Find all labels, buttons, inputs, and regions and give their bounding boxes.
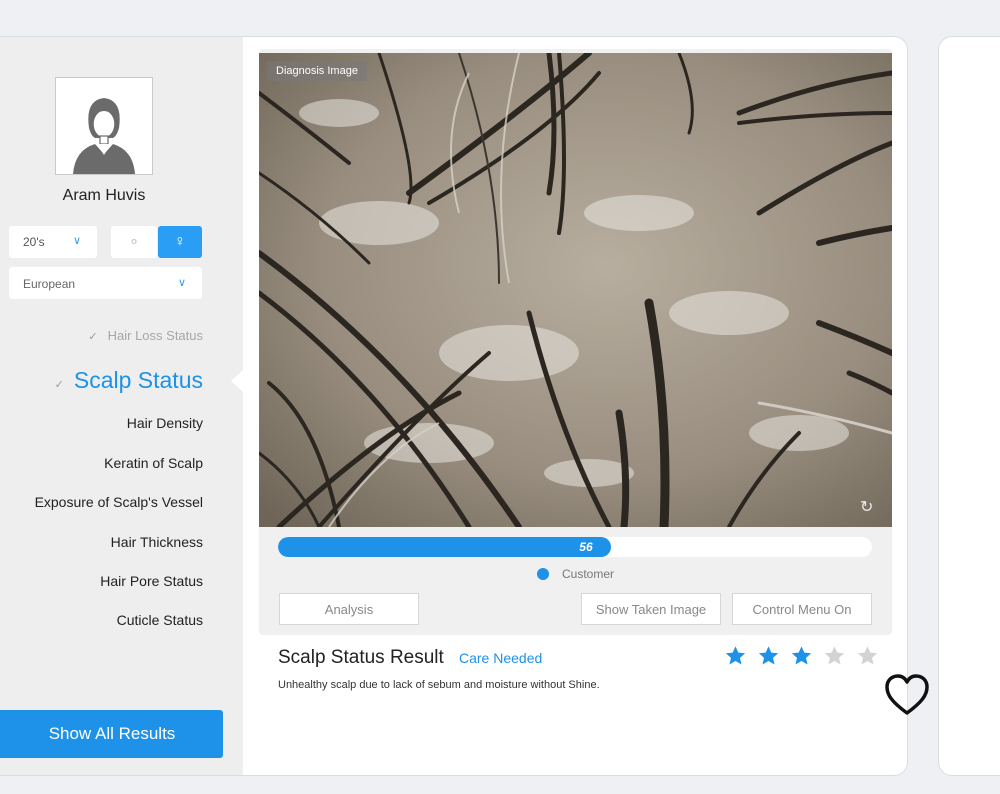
- heart-icon[interactable]: [884, 673, 930, 717]
- result-status: Care Needed: [459, 650, 543, 666]
- ethnicity-select[interactable]: European ∨: [9, 267, 202, 299]
- legend-label: Customer: [562, 567, 615, 581]
- scalp-photo: [259, 53, 892, 527]
- star-empty-icon: [824, 646, 845, 665]
- user-name: Aram Huvis: [62, 187, 146, 204]
- analysis-button[interactable]: Analysis: [279, 593, 419, 625]
- show-taken-image-button[interactable]: Show Taken Image: [581, 593, 721, 625]
- result-title: Scalp Status Result: [278, 647, 444, 668]
- result-description: Unhealthy scalp due to lack of sebum and…: [278, 679, 600, 691]
- nav-item-hair-loss-status[interactable]: ✓ Hair Loss Status: [88, 328, 203, 343]
- check-icon: ✓: [54, 379, 64, 391]
- female-icon: ♀: [174, 233, 186, 250]
- gender-female-button[interactable]: ♀: [158, 226, 202, 258]
- star-filled-icon: [758, 646, 779, 665]
- check-icon: ✓: [88, 331, 98, 343]
- male-icon: ⚬: [127, 234, 141, 251]
- star-empty-icon: [857, 646, 878, 665]
- next-card: [938, 36, 1000, 776]
- analysis-card: Aram Huvis 20's ∨ ⚬ ♀ European ∨ ✓ Hair L…: [0, 36, 908, 776]
- nav-item-keratin[interactable]: Keratin of Scalp: [104, 455, 203, 471]
- diagnosis-image: Diagnosis Image ↻: [259, 53, 892, 527]
- nav-item-cuticle[interactable]: Cuticle Status: [117, 612, 203, 628]
- active-indicator: [231, 370, 243, 392]
- score-value: 56: [579, 540, 593, 554]
- chevron-down-icon: ∨: [72, 235, 81, 247]
- rating-stars: [724, 645, 879, 667]
- gender-male-button[interactable]: ⚬: [111, 226, 157, 258]
- age-value: 20's: [23, 235, 45, 249]
- nav-item-scalp-status[interactable]: ✓ Scalp Status: [55, 367, 203, 394]
- control-menu-button[interactable]: Control Menu On: [732, 593, 872, 625]
- star-filled-icon: [791, 646, 812, 665]
- sidebar: Aram Huvis 20's ∨ ⚬ ♀ European ∨ ✓ Hair L…: [0, 37, 243, 775]
- show-all-results-button[interactable]: Show All Results: [0, 710, 223, 758]
- nav-item-hair-thickness[interactable]: Hair Thickness: [111, 534, 203, 550]
- refresh-icon[interactable]: ↻: [860, 497, 882, 519]
- user-avatar-icon: [73, 98, 135, 174]
- avatar: [55, 77, 153, 175]
- star-filled-icon: [725, 646, 746, 665]
- legend-dot-icon: [537, 568, 549, 580]
- nav-item-label: Scalp Status: [73, 367, 203, 393]
- nav-item-hair-density[interactable]: Hair Density: [127, 415, 203, 431]
- nav-item-label: Hair Loss Status: [107, 328, 203, 343]
- score-progress-bar: 56: [278, 537, 872, 557]
- chevron-down-icon: ∨: [177, 277, 186, 289]
- age-select[interactable]: 20's ∨: [9, 226, 97, 258]
- ethnicity-value: European: [23, 277, 76, 291]
- nav-item-vessel-exposure[interactable]: Exposure of Scalp's Vessel: [35, 494, 203, 510]
- nav-item-hair-pore[interactable]: Hair Pore Status: [100, 573, 203, 589]
- diagnosis-image-label: Diagnosis Image: [267, 61, 367, 81]
